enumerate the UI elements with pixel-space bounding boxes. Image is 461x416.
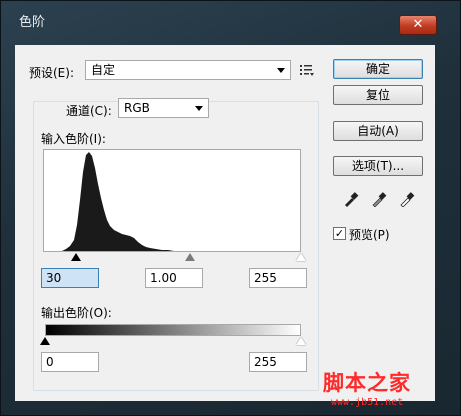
chevron-down-icon: [195, 106, 203, 111]
chevron-down-icon: [277, 68, 285, 73]
gray-eyedropper-icon[interactable]: [371, 191, 387, 207]
window-title: 色阶: [19, 15, 46, 30]
black-eyedropper-icon[interactable]: [343, 191, 359, 207]
close-button[interactable]: ✕: [399, 15, 437, 35]
input-black-slider[interactable]: [71, 253, 81, 261]
input-gamma-field[interactable]: [145, 268, 203, 288]
close-icon: ✕: [412, 17, 424, 32]
output-levels-label: 输出色阶(O):: [41, 306, 112, 320]
watermark-url: www.jb51.net: [331, 397, 404, 408]
preview-checkbox[interactable]: ✓: [333, 227, 346, 240]
histogram: [43, 149, 301, 252]
channel-dropdown[interactable]: RGB: [118, 98, 209, 118]
channel-value: RGB: [124, 101, 150, 115]
list-menu-icon[interactable]: [299, 63, 315, 77]
watermark-text: 脚本之家: [323, 370, 411, 395]
preset-label: 预设(E):: [29, 66, 74, 80]
channel-label: 通道(C):: [63, 102, 115, 119]
output-gradient: [45, 324, 301, 336]
auto-button[interactable]: 自动(A): [333, 121, 423, 141]
dialog-window: 色阶 ✕ 预设(E): 自定 通道(C): RGB 输入色阶(I): 30 1.…: [0, 0, 461, 416]
input-white-slider[interactable]: [296, 253, 306, 261]
output-white-field[interactable]: [249, 352, 307, 372]
ok-button[interactable]: 确定: [333, 59, 423, 79]
preview-label[interactable]: 预览(P): [349, 226, 390, 243]
preset-dropdown[interactable]: 自定: [85, 60, 291, 80]
output-white-slider[interactable]: [296, 337, 306, 345]
white-eyedropper-icon[interactable]: [399, 191, 415, 207]
output-black-field[interactable]: [41, 352, 99, 372]
options-button[interactable]: 选项(T)...: [333, 156, 423, 176]
check-icon: ✓: [334, 227, 345, 240]
preset-value: 自定: [91, 63, 116, 77]
input-gamma-slider[interactable]: [185, 253, 195, 261]
histogram-graph: [44, 152, 174, 251]
input-white-field[interactable]: [249, 268, 307, 288]
input-levels-label: 输入色阶(I):: [41, 132, 106, 146]
reset-button[interactable]: 复位: [333, 85, 423, 105]
title-bar[interactable]: 色阶 ✕: [1, 1, 461, 39]
dialog-client: 预设(E): 自定 通道(C): RGB 输入色阶(I): 30 1.00 25…: [15, 45, 435, 401]
output-black-slider[interactable]: [40, 337, 50, 345]
input-black-field[interactable]: [41, 268, 99, 288]
